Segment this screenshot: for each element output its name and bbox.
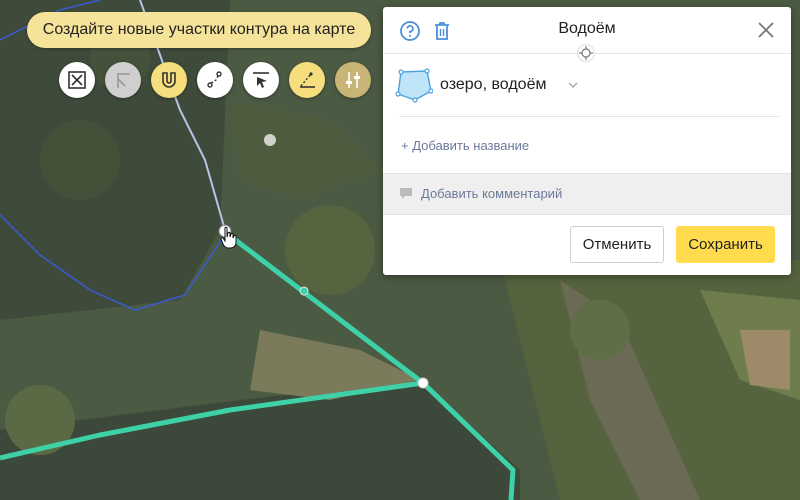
- object-editor-panel: Водоём озеро, водоём + Добавить название: [383, 7, 791, 275]
- hand-cursor-icon: [220, 226, 238, 250]
- add-comment-label: Добавить комментарий: [421, 186, 563, 201]
- chevron-down-icon: [568, 82, 578, 88]
- ruler-icon: [300, 72, 315, 88]
- add-comment-bar[interactable]: Добавить комментарий: [383, 173, 791, 215]
- add-name-link[interactable]: + Добавить название: [401, 138, 529, 153]
- cancel-button[interactable]: Отменить: [570, 226, 664, 263]
- type-divider: [399, 116, 779, 117]
- adjust-tool[interactable]: [335, 62, 371, 98]
- hint-banner: Создайте новые участки контура на карте: [27, 12, 371, 48]
- magnet-icon: [162, 72, 176, 88]
- polygon-icon: [395, 68, 433, 103]
- magnet-tool[interactable]: [151, 62, 187, 98]
- object-type-label: озеро, водоём: [440, 76, 547, 93]
- select-arrow-icon: [253, 72, 269, 88]
- angle-tool-icon: [117, 73, 130, 88]
- panel-title: Водоём: [558, 20, 616, 37]
- angle-tool[interactable]: [105, 62, 141, 98]
- crosshair-icon[interactable]: [577, 44, 595, 62]
- comment-icon: [400, 188, 412, 199]
- select-tool[interactable]: [243, 62, 279, 98]
- draw-path-icon: [207, 71, 222, 88]
- object-type-selector[interactable]: озеро, водоём: [395, 65, 775, 107]
- delete-contour-tool[interactable]: [59, 62, 95, 98]
- close-icon[interactable]: [757, 21, 775, 39]
- delete-contour-icon: [68, 71, 86, 89]
- save-button[interactable]: Сохранить: [676, 226, 775, 263]
- draw-path-tool[interactable]: [197, 62, 233, 98]
- adjust-sliders-icon: [346, 72, 360, 88]
- ruler-tool[interactable]: [289, 62, 325, 98]
